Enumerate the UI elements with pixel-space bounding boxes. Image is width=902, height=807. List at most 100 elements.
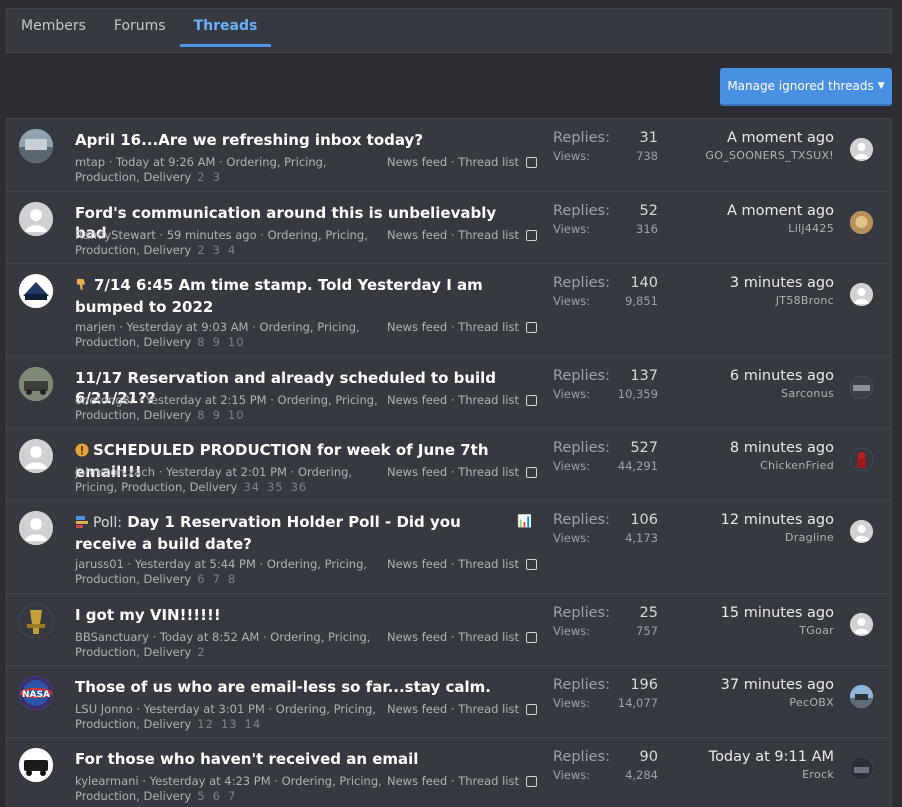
last-post-user[interactable]: JT58Bronc xyxy=(674,294,834,307)
thread-list-link[interactable]: Thread list xyxy=(458,393,519,407)
author-avatar[interactable] xyxy=(19,367,53,401)
last-poster-avatar[interactable] xyxy=(850,283,873,306)
thread-list-link[interactable]: Thread list xyxy=(458,465,519,479)
page-link[interactable]: 2 xyxy=(197,243,205,257)
thread-prefix[interactable]: Poll: xyxy=(93,515,122,531)
thread-list-link[interactable]: Thread list xyxy=(458,155,519,169)
page-link[interactable]: 12 xyxy=(197,717,214,731)
last-post-user[interactable]: Dragline xyxy=(674,531,834,544)
page-link[interactable]: 2 xyxy=(197,170,205,184)
thread-title-link[interactable]: Day 1 Reservation Holder Poll - Did you … xyxy=(75,513,461,553)
author-avatar[interactable]: NASA xyxy=(19,676,53,710)
last-poster-avatar[interactable] xyxy=(850,211,873,234)
select-checkbox[interactable] xyxy=(525,558,537,570)
thread-author[interactable]: RandyStewart xyxy=(75,228,156,242)
last-post-time[interactable]: 6 minutes ago xyxy=(674,368,834,387)
thread-list-link[interactable]: Thread list xyxy=(458,774,519,788)
thread-author[interactable]: marjen xyxy=(75,320,116,334)
last-poster-avatar[interactable] xyxy=(850,448,873,471)
author-avatar[interactable] xyxy=(19,439,53,473)
select-checkbox[interactable] xyxy=(525,229,537,241)
tab-members[interactable]: Members xyxy=(7,9,100,47)
tab-threads[interactable]: Threads xyxy=(179,9,272,47)
author-avatar[interactable] xyxy=(19,274,53,308)
last-post-time[interactable]: 37 minutes ago xyxy=(674,677,834,696)
page-link[interactable]: 4 xyxy=(228,243,236,257)
thread-list-link[interactable]: Thread list xyxy=(458,702,519,716)
last-post-time[interactable]: 3 minutes ago xyxy=(674,275,834,294)
thread-author[interactable]: LSU Jonno xyxy=(75,702,133,716)
news-feed-link[interactable]: News feed xyxy=(387,465,447,479)
last-poster-avatar[interactable] xyxy=(850,613,873,636)
thread-start-date[interactable]: Today at 8:52 AM xyxy=(160,630,259,644)
last-post-user[interactable]: Lilj4425 xyxy=(674,222,834,235)
news-feed-link[interactable]: News feed xyxy=(387,557,447,571)
last-post-time[interactable]: 8 minutes ago xyxy=(674,440,834,459)
manage-ignored-threads-button[interactable]: Manage ignored threads ▼ xyxy=(720,68,892,106)
select-checkbox[interactable] xyxy=(525,466,537,478)
last-post-time[interactable]: A moment ago xyxy=(674,203,834,222)
thread-author[interactable]: mtap xyxy=(75,155,105,169)
last-poster-avatar[interactable] xyxy=(850,685,873,708)
thread-author[interactable]: kylearmani xyxy=(75,774,139,788)
last-poster-avatar[interactable] xyxy=(850,376,873,399)
author-avatar[interactable] xyxy=(19,202,53,236)
select-checkbox[interactable] xyxy=(525,631,537,643)
page-link[interactable]: 13 xyxy=(221,717,238,731)
author-avatar[interactable] xyxy=(19,129,53,163)
thread-list-link[interactable]: Thread list xyxy=(458,557,519,571)
page-link[interactable]: 34 xyxy=(243,480,260,494)
last-post-user[interactable]: PecOBX xyxy=(674,696,834,709)
page-link[interactable]: 3 xyxy=(213,243,221,257)
last-post-user[interactable]: TGoar xyxy=(674,624,834,637)
last-post-time[interactable]: A moment ago xyxy=(674,130,834,149)
news-feed-link[interactable]: News feed xyxy=(387,155,447,169)
thread-start-date[interactable]: Yesterday at 9:03 AM xyxy=(127,320,249,334)
last-post-user[interactable]: Erock xyxy=(674,768,834,781)
author-avatar[interactable] xyxy=(19,511,53,545)
news-feed-link[interactable]: News feed xyxy=(387,702,447,716)
page-link[interactable]: 8 xyxy=(197,335,205,349)
select-checkbox[interactable] xyxy=(525,156,537,168)
page-link[interactable]: 5 xyxy=(197,789,205,803)
news-feed-link[interactable]: News feed xyxy=(387,774,447,788)
last-poster-avatar[interactable] xyxy=(850,138,873,161)
page-link[interactable]: 6 xyxy=(213,789,221,803)
last-post-time[interactable]: 12 minutes ago xyxy=(674,512,834,531)
thread-title-link[interactable]: Those of us who are email-less so far...… xyxy=(75,678,491,696)
select-checkbox[interactable] xyxy=(525,703,537,715)
thread-start-date[interactable]: Today at 9:26 AM xyxy=(116,155,215,169)
page-link[interactable]: 36 xyxy=(291,480,308,494)
thread-start-date[interactable]: 59 minutes ago xyxy=(167,228,257,242)
author-avatar[interactable] xyxy=(19,604,53,638)
thread-author[interactable]: jaruss01 xyxy=(75,557,124,571)
thread-list-link[interactable]: Thread list xyxy=(458,630,519,644)
thread-author[interactable]: BBSanctuary xyxy=(75,630,149,644)
last-poster-avatar[interactable] xyxy=(850,757,873,780)
news-feed-link[interactable]: News feed xyxy=(387,630,447,644)
page-link[interactable]: 10 xyxy=(228,408,245,422)
page-link[interactable]: 10 xyxy=(228,335,245,349)
last-post-time[interactable]: 15 minutes ago xyxy=(674,605,834,624)
thread-start-date[interactable]: Yesterday at 3:01 PM xyxy=(144,702,265,716)
page-link[interactable]: 6 xyxy=(197,572,205,586)
thread-list-link[interactable]: Thread list xyxy=(458,228,519,242)
thread-title-link[interactable]: For those who haven't received an email xyxy=(75,750,418,768)
news-feed-link[interactable]: News feed xyxy=(387,228,447,242)
news-feed-link[interactable]: News feed xyxy=(387,320,447,334)
page-link[interactable]: 2 xyxy=(197,645,205,659)
thread-title-link[interactable]: I got my VIN!!!!!! xyxy=(75,606,221,624)
thread-start-date[interactable]: Yesterday at 5:44 PM xyxy=(135,557,256,571)
last-post-user[interactable]: ChickenFried xyxy=(674,459,834,472)
last-poster-avatar[interactable] xyxy=(850,520,873,543)
page-link[interactable]: 8 xyxy=(197,408,205,422)
page-link[interactable]: 35 xyxy=(267,480,284,494)
select-checkbox[interactable] xyxy=(525,394,537,406)
last-post-user[interactable]: Sarconus xyxy=(674,387,834,400)
tab-forums[interactable]: Forums xyxy=(100,9,180,47)
select-checkbox[interactable] xyxy=(525,321,537,333)
select-checkbox[interactable] xyxy=(525,775,537,787)
thread-author[interactable]: onetong8r xyxy=(75,393,135,407)
thread-start-date[interactable]: Yesterday at 2:15 PM xyxy=(146,393,267,407)
page-link[interactable]: 8 xyxy=(228,572,236,586)
